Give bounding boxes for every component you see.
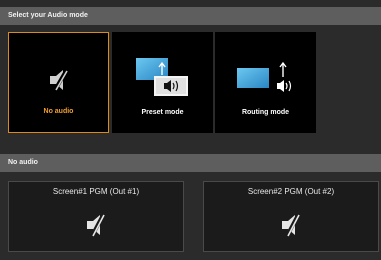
speaker-muted-icon	[282, 214, 300, 237]
routing-screen-icon	[237, 61, 292, 92]
no-audio-section-header: No audio	[0, 154, 381, 172]
screen-title-1: Screen#1 PGM (Out #1)	[52, 187, 140, 196]
mode-label-no-audio: No audio	[43, 108, 74, 115]
mode-tile-routing[interactable]: Routing mode	[215, 32, 316, 133]
screen-panel-1[interactable]: Screen#1 PGM (Out #1)	[8, 181, 184, 252]
mode-label-routing: Routing mode	[241, 109, 290, 116]
screen-panel-2[interactable]: Screen#2 PGM (Out #2)	[203, 181, 379, 252]
mode-label-preset: Preset mode	[141, 109, 184, 116]
audio-mode-header: Select your Audio mode	[0, 7, 381, 25]
mode-tile-no-audio[interactable]: No audio	[8, 32, 109, 133]
speaker-muted-icon	[87, 214, 105, 237]
mode-tile-preset[interactable]: Preset mode	[112, 32, 213, 133]
screen-title-2: Screen#2 PGM (Out #2)	[247, 187, 335, 196]
speaker-muted-icon	[50, 69, 68, 92]
preset-screens-icon	[136, 58, 188, 96]
